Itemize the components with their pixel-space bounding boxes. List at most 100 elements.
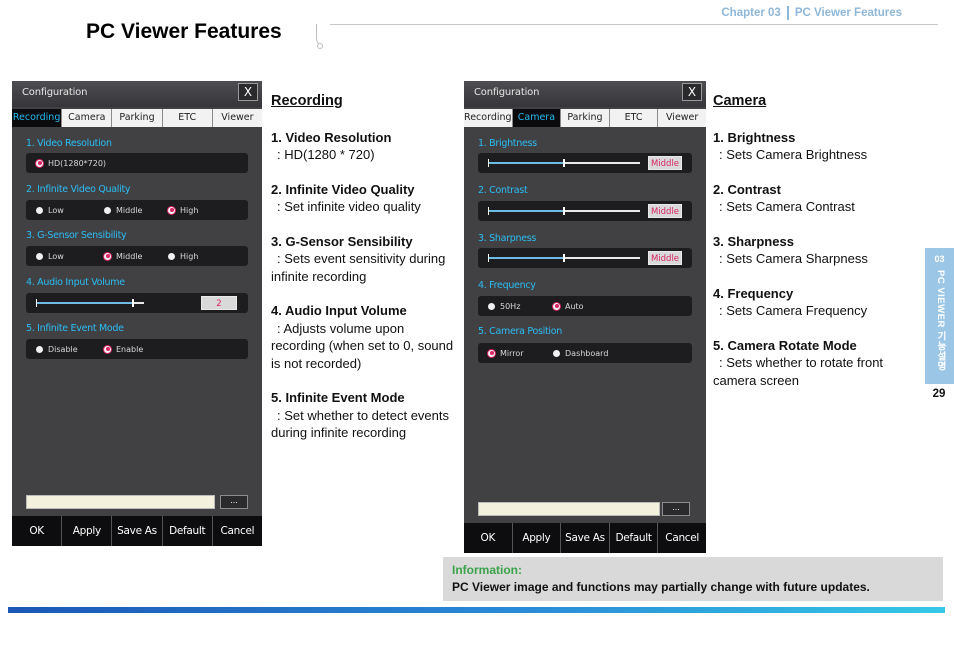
option-label: Disable <box>48 344 78 354</box>
brightness-slider-knob[interactable] <box>563 159 565 167</box>
default-button[interactable]: Default <box>610 523 659 553</box>
desc-item: 3. Sharpness : Sets Camera Sharpness <box>713 233 913 268</box>
save-as-button[interactable]: Save As <box>112 516 163 546</box>
desc-item: 5. Camera Rotate Mode : Sets whether to … <box>713 337 913 390</box>
radio-selected-icon <box>104 345 111 353</box>
desc-item-text: : Set whether to detect events during in… <box>271 407 449 441</box>
radio-option-middle[interactable]: Middle <box>104 246 142 266</box>
sharpness-slider[interactable] <box>488 254 640 262</box>
radio-option-enable[interactable]: Enable <box>104 339 143 359</box>
default-button[interactable]: Default <box>163 516 213 546</box>
volume-slider-knob[interactable] <box>132 299 135 307</box>
close-button[interactable]: X <box>682 83 702 101</box>
dialog-footer: OK Apply Save As Default Cancel <box>464 523 706 553</box>
chapter-section-label: PC Viewer Features <box>794 7 902 19</box>
contrast-value-box[interactable]: Middle <box>648 204 682 218</box>
cancel-button[interactable]: Cancel <box>658 523 706 553</box>
contrast-slider[interactable] <box>488 207 640 215</box>
tab-camera[interactable]: Camera <box>62 109 113 127</box>
sharpness-slider-knob[interactable] <box>563 254 565 262</box>
slider-start-tick <box>488 207 489 215</box>
slider-start-tick <box>488 159 489 167</box>
volume-value-box[interactable]: 2 <box>201 296 237 310</box>
tab-etc[interactable]: ETC <box>163 109 213 127</box>
volume-slider[interactable] <box>36 299 144 307</box>
radio-option-low[interactable]: Low <box>36 246 64 266</box>
g-sensor-sensibility-row: Low Middle High <box>26 246 248 266</box>
radio-option-auto[interactable]: Auto <box>553 296 584 316</box>
save-path-field[interactable] <box>26 495 215 509</box>
tab-recording[interactable]: Recording <box>464 109 513 127</box>
information-text: PC Viewer image and functions may partia… <box>452 580 870 594</box>
tab-etc[interactable]: ETC <box>610 109 659 127</box>
camera-position-row: Mirror Dashboard <box>478 343 692 363</box>
radio-option-hd[interactable]: HD(1280*720) <box>36 153 106 173</box>
close-button[interactable]: X <box>238 83 258 101</box>
desc-item: 2. Infinite Video Quality : Set infinite… <box>271 181 461 216</box>
slider-start-tick <box>488 254 489 262</box>
side-tab-label: PC VIEWER 기능설명 <box>935 270 946 371</box>
apply-button[interactable]: Apply <box>513 523 562 553</box>
radio-option-low[interactable]: Low <box>36 200 64 220</box>
desc-item: 2. Contrast : Sets Camera Contrast <box>713 181 913 216</box>
desc-item-text: : Sets Camera Contrast <box>719 199 855 214</box>
radio-icon <box>488 302 495 310</box>
information-label: Information: <box>452 563 522 577</box>
option-label: Mirror <box>500 348 524 358</box>
frequency-row: 50Hz Auto <box>478 296 692 316</box>
infinite-event-mode-label: 5. Infinite Event Mode <box>26 323 124 334</box>
video-resolution-row: HD(1280*720) <box>26 153 248 173</box>
radio-option-middle[interactable]: Middle <box>104 200 142 220</box>
save-path-field[interactable] <box>478 502 660 516</box>
option-label: Middle <box>116 205 143 215</box>
desc-item-title: 1. Brightness <box>713 129 796 145</box>
radio-option-dashboard[interactable]: Dashboard <box>553 343 608 363</box>
option-label: High <box>180 251 199 261</box>
desc-item-title: 5. Camera Rotate Mode <box>713 337 857 353</box>
radio-icon <box>553 349 560 357</box>
side-tab-number: 03 <box>934 254 945 264</box>
ok-button[interactable]: OK <box>12 516 63 546</box>
tab-parking[interactable]: Parking <box>112 109 163 127</box>
radio-option-high[interactable]: High <box>168 246 198 266</box>
desc-item: 1. Video Resolution : HD(1280 * 720) <box>271 129 461 164</box>
tab-viewer[interactable]: Viewer <box>658 109 706 127</box>
desc-item-title: 1. Video Resolution <box>271 129 392 145</box>
footer-gradient-bar <box>8 607 945 613</box>
desc-item: 3. G-Sensor Sensibility : Sets event sen… <box>271 233 461 286</box>
tab-recording[interactable]: Recording <box>12 109 63 127</box>
radio-icon <box>36 252 43 260</box>
radio-icon <box>36 206 43 214</box>
dialog-tabs: Recording Camera Parking ETC Viewer <box>12 109 262 127</box>
radio-selected-icon <box>168 206 175 214</box>
contrast-row: Middle <box>478 201 692 221</box>
option-label: High <box>180 205 199 215</box>
page-number: 29 <box>932 388 946 400</box>
radio-option-mirror[interactable]: Mirror <box>488 343 524 363</box>
save-as-button[interactable]: Save As <box>561 523 610 553</box>
dialog-tabs: Recording Camera Parking ETC Viewer <box>464 109 706 127</box>
desc-item-title: 4. Audio Input Volume <box>271 303 407 318</box>
browse-button[interactable]: ... <box>662 502 690 516</box>
radio-option-disable[interactable]: Disable <box>36 339 78 359</box>
browse-button[interactable]: ... <box>220 495 248 509</box>
brightness-value-box[interactable]: Middle <box>648 156 682 170</box>
contrast-slider-knob[interactable] <box>563 207 565 215</box>
ok-button[interactable]: OK <box>464 523 513 553</box>
frequency-label: 4. Frequency <box>478 280 536 291</box>
dialog-footer: OK Apply Save As Default Cancel <box>12 516 262 546</box>
header-dot-ornament <box>317 43 323 49</box>
radio-option-high[interactable]: High <box>168 200 198 220</box>
desc-item-text: : Sets Camera Sharpness <box>719 251 868 266</box>
apply-button[interactable]: Apply <box>62 516 113 546</box>
desc-item-title: 3. G-Sensor Sensibility <box>271 233 413 249</box>
radio-option-50hz[interactable]: 50Hz <box>488 296 520 316</box>
sharpness-value-box[interactable]: Middle <box>648 251 682 265</box>
tab-parking[interactable]: Parking <box>561 109 610 127</box>
cancel-button[interactable]: Cancel <box>213 516 262 546</box>
tab-camera[interactable]: Camera <box>512 109 562 127</box>
tab-viewer[interactable]: Viewer <box>213 109 262 127</box>
desc-item-title: 3. Sharpness <box>713 233 794 249</box>
header-separator <box>786 6 789 20</box>
brightness-slider[interactable] <box>488 159 640 167</box>
